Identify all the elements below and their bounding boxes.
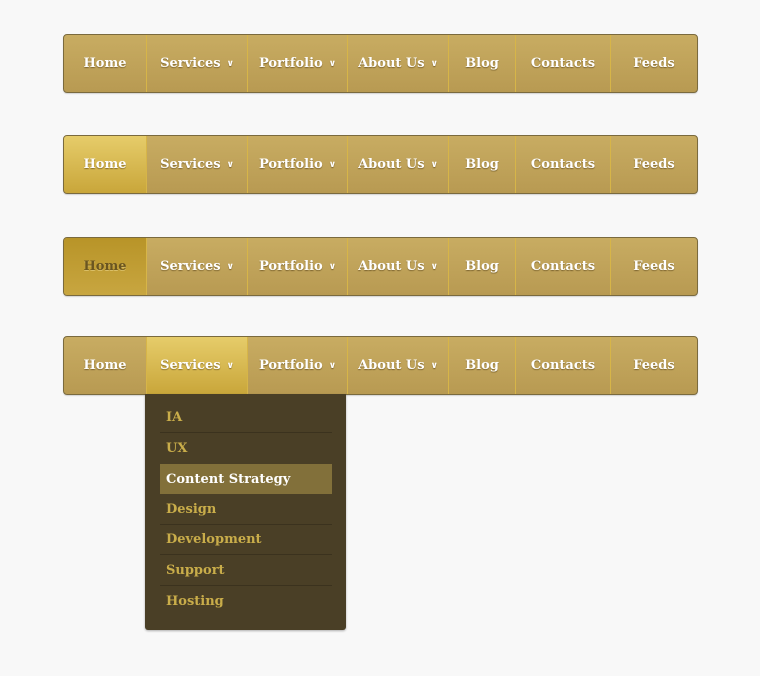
chevron-down-icon: ∨ xyxy=(328,360,337,371)
nav-item-label: Services xyxy=(160,56,221,71)
nav-item-label: Blog xyxy=(465,157,499,172)
nav-item-portfolio[interactable]: Portfolio ∨ xyxy=(247,337,347,394)
nav-item-about-us[interactable]: About Us ∨ xyxy=(347,337,448,394)
nav-item-about-us[interactable]: About Us ∨ xyxy=(347,238,448,295)
chevron-down-icon: ∨ xyxy=(328,261,337,272)
nav-item-feeds[interactable]: Feeds xyxy=(610,337,697,394)
nav-item-home[interactable]: Home xyxy=(64,136,146,193)
chevron-down-icon: ∨ xyxy=(226,58,234,69)
nav-item-label: About Us xyxy=(358,56,425,71)
nav-bar-pressed: Home Services ∨ Portfolio ∨ About Us ∨ Blog Cont… xyxy=(63,237,698,296)
dropdown-item-hosting[interactable]: Hosting xyxy=(160,586,332,616)
nav-item-services[interactable]: Services ∨ xyxy=(146,238,247,295)
chevron-down-icon: ∨ xyxy=(226,159,234,170)
nav-item-label: Contacts xyxy=(530,358,596,373)
nav-item-about-us[interactable]: About Us ∨ xyxy=(347,35,448,92)
nav-item-label: Blog xyxy=(465,259,499,274)
nav-item-label: Feeds xyxy=(633,56,675,71)
nav-item-feeds[interactable]: Feeds xyxy=(610,238,697,295)
nav-item-contacts[interactable]: Contacts xyxy=(515,35,610,92)
nav-item-label: Contacts xyxy=(530,157,596,172)
services-dropdown-menu: IA UX Content Strategy Design Development Sup… xyxy=(145,394,346,630)
nav-item-label: Services xyxy=(160,259,221,274)
nav-item-feeds[interactable]: Feeds xyxy=(610,35,697,92)
nav-bar-dropdown-open: Home Services ∨ Portfolio ∨ About Us ∨ Blog Cont… xyxy=(63,336,698,395)
dropdown-item-ux[interactable]: UX xyxy=(160,434,332,464)
nav-item-blog[interactable]: Blog xyxy=(448,238,515,295)
nav-item-services[interactable]: Services ∨ xyxy=(146,337,247,394)
nav-item-label: Home xyxy=(83,157,127,172)
nav-item-contacts[interactable]: Contacts xyxy=(515,136,610,193)
nav-item-label: About Us xyxy=(358,358,425,373)
chevron-down-icon: ∨ xyxy=(328,58,337,69)
nav-item-label: Home xyxy=(83,259,127,274)
dropdown-item-ia[interactable]: IA xyxy=(160,403,332,433)
nav-item-contacts[interactable]: Contacts xyxy=(515,337,610,394)
dropdown-item-content-strategy[interactable]: Content Strategy xyxy=(160,464,332,494)
nav-item-label: Portfolio xyxy=(258,56,323,71)
nav-item-label: Portfolio xyxy=(258,259,323,274)
nav-item-home[interactable]: Home xyxy=(64,238,146,295)
nav-item-home[interactable]: Home xyxy=(64,337,146,394)
dropdown-item-development[interactable]: Development xyxy=(160,525,332,555)
nav-item-about-us[interactable]: About Us ∨ xyxy=(347,136,448,193)
nav-item-label: Blog xyxy=(465,358,499,373)
nav-item-label: Home xyxy=(83,56,127,71)
nav-item-label: About Us xyxy=(358,157,425,172)
chevron-down-icon: ∨ xyxy=(226,360,234,371)
nav-item-contacts[interactable]: Contacts xyxy=(515,238,610,295)
nav-item-label: Portfolio xyxy=(258,358,323,373)
dropdown-item-support[interactable]: Support xyxy=(160,556,332,586)
nav-item-feeds[interactable]: Feeds xyxy=(610,136,697,193)
nav-item-label: Contacts xyxy=(530,56,596,71)
nav-item-label: Services xyxy=(160,157,221,172)
nav-item-label: Contacts xyxy=(530,259,596,274)
chevron-down-icon: ∨ xyxy=(328,159,337,170)
chevron-down-icon: ∨ xyxy=(430,261,438,272)
chevron-down-icon: ∨ xyxy=(430,159,438,170)
nav-item-home[interactable]: Home xyxy=(64,35,146,92)
dropdown-item-design[interactable]: Design xyxy=(160,495,332,525)
nav-item-portfolio[interactable]: Portfolio ∨ xyxy=(247,35,347,92)
nav-item-services[interactable]: Services ∨ xyxy=(146,136,247,193)
chevron-down-icon: ∨ xyxy=(430,58,438,69)
nav-bar-hover: Home Services ∨ Portfolio ∨ About Us ∨ Blog Cont… xyxy=(63,135,698,194)
nav-item-label: Blog xyxy=(465,56,499,71)
nav-item-blog[interactable]: Blog xyxy=(448,337,515,394)
nav-item-label: Services xyxy=(160,358,221,373)
nav-item-portfolio[interactable]: Portfolio ∨ xyxy=(247,238,347,295)
nav-item-portfolio[interactable]: Portfolio ∨ xyxy=(247,136,347,193)
nav-item-blog[interactable]: Blog xyxy=(448,136,515,193)
nav-item-label: Portfolio xyxy=(258,157,323,172)
nav-item-label: Feeds xyxy=(633,157,675,172)
nav-bar-normal: Home Services ∨ Portfolio ∨ About Us ∨ Blog Cont… xyxy=(63,34,698,93)
chevron-down-icon: ∨ xyxy=(226,261,234,272)
nav-item-label: Feeds xyxy=(633,259,675,274)
nav-item-blog[interactable]: Blog xyxy=(448,35,515,92)
nav-item-label: About Us xyxy=(358,259,425,274)
nav-item-label: Feeds xyxy=(633,358,675,373)
chevron-down-icon: ∨ xyxy=(430,360,438,371)
nav-item-services[interactable]: Services ∨ xyxy=(146,35,247,92)
nav-item-label: Home xyxy=(83,358,127,373)
